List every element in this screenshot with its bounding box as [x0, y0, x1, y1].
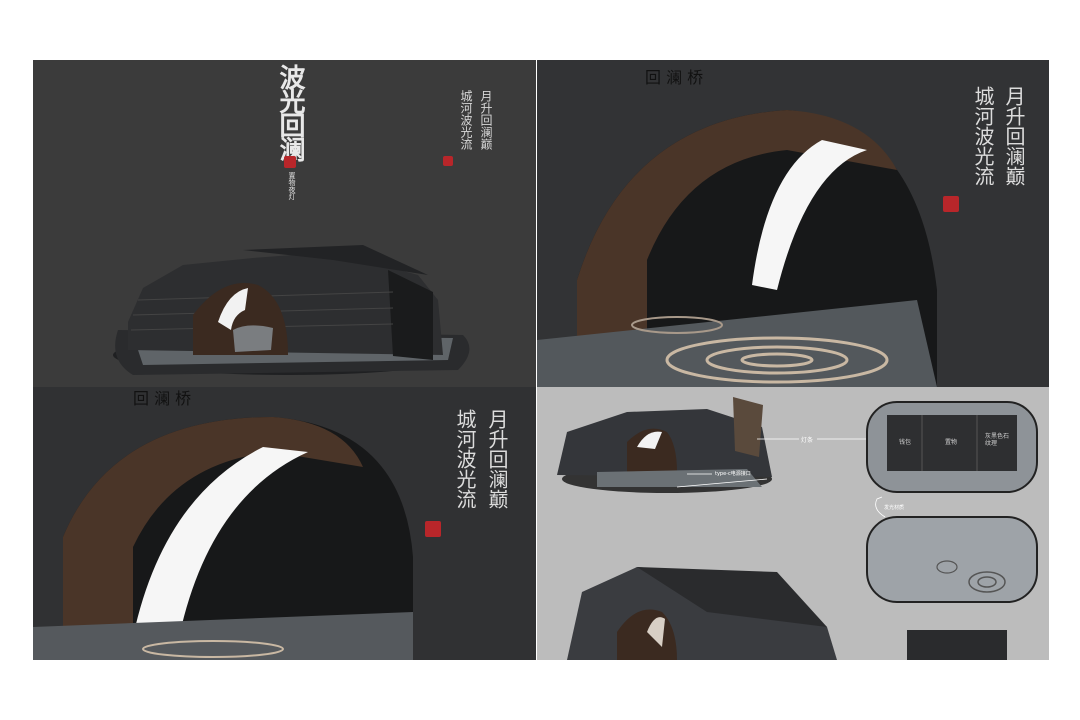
poem-seal	[425, 521, 441, 537]
poem-line-2: 城河波光流	[453, 409, 477, 509]
bridge-inscription: 回 澜 桥	[645, 68, 704, 87]
panel-technical-views: 灯条 type-c电源接口 发光材质 钱包 置物 灰黑色石纹理	[537, 387, 1049, 660]
bridge-model-illustration	[113, 245, 470, 375]
poem-seal	[943, 196, 959, 212]
lightbar-label: 灯条	[801, 437, 814, 444]
panel-closeup-arch: 回 澜 桥 月升回澜巅 城河波光流	[537, 60, 1049, 387]
glow-material-label: 发光材质	[884, 505, 905, 511]
power-port-label: type-c电源接口	[715, 471, 751, 477]
tray-label-center: 置物	[945, 439, 958, 446]
poem-line-2: 城河波光流	[971, 86, 995, 186]
tray-label-right: 灰黑色石纹理	[985, 433, 1010, 447]
bridge-inscription: 回 澜 桥	[133, 389, 192, 408]
technical-illustrations	[557, 397, 1038, 660]
poem-line-1: 月升回澜巅	[1002, 86, 1026, 186]
panel-closeup-arch-alt: 回 澜 桥 月升回澜巅 城河波光流	[33, 387, 536, 660]
tray-label-left: 钱包	[899, 439, 912, 446]
panel-overview: 波光回澜 置物夜灯 月升回澜巅 城河波光流	[33, 60, 536, 387]
poem-line-1: 月升回澜巅	[485, 409, 509, 509]
